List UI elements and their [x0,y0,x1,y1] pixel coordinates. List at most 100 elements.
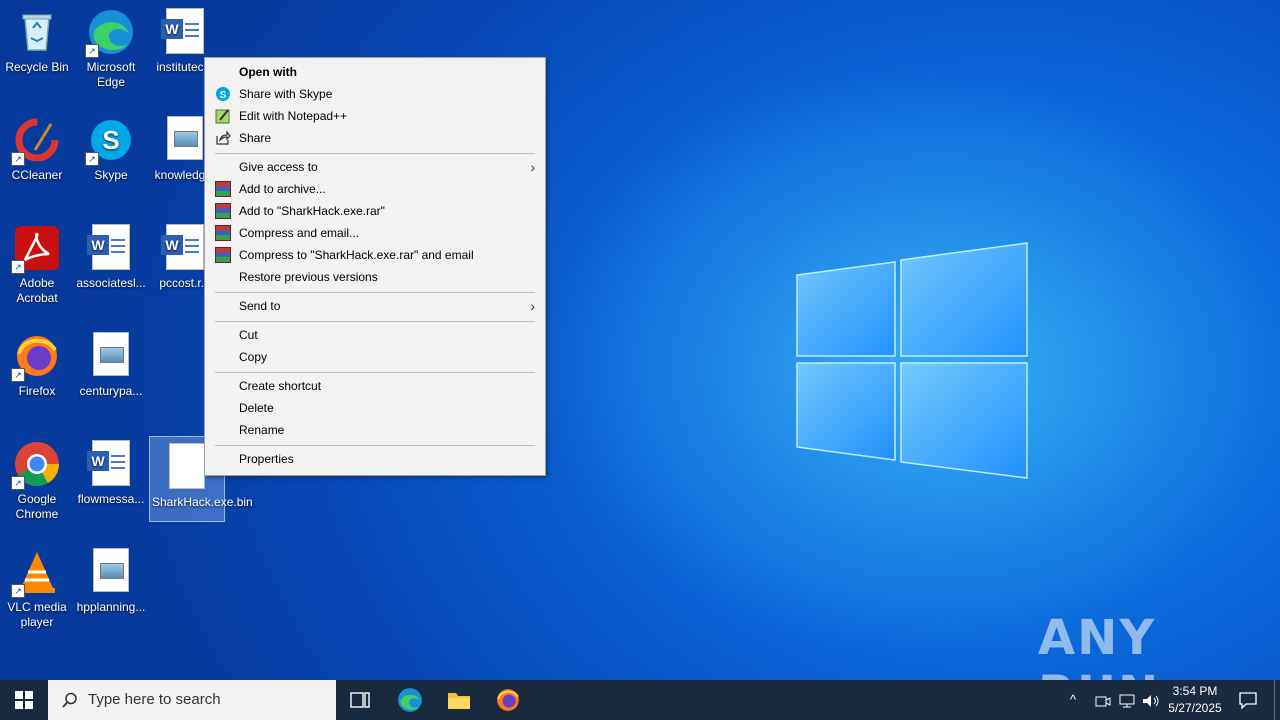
shortcut-arrow-icon: ↗ [11,476,25,490]
svg-text:S: S [102,125,119,155]
image-document-icon [87,332,135,380]
menu-item-label: Delete [239,401,274,415]
clock-time: 3:54 PM [1172,684,1218,698]
winrar-icon [215,247,231,263]
task-view-icon [350,692,370,708]
desktop-icon-label: Recycle Bin [5,60,69,74]
desktop-icon-label: flowmessa... [77,492,145,506]
menu-item-label: Properties [239,452,294,466]
desktop-icon-image-file[interactable]: centurypa... [74,326,148,399]
chevron-right-icon: › [530,298,535,314]
menu-item-share-with-skype[interactable]: S Share with Skype [207,83,543,105]
menu-item-label: Compress to "SharkHack.exe.rar" and emai… [239,248,474,262]
menu-separator [215,445,535,446]
desktop-icon-google-chrome[interactable]: ↗ Google Chrome [0,434,74,522]
desktop-icon-label: VLC media player [7,600,67,629]
desktop-icon-label: Adobe Acrobat [16,276,58,305]
clock-date: 5/27/2025 [1168,701,1222,715]
desktop-icon-recycle-bin[interactable]: Recycle Bin [0,2,74,75]
anyrun-watermark: ANY RUN [1038,610,1158,680]
meet-now-icon[interactable] [1095,680,1111,720]
word-document-icon: W [161,224,209,272]
svg-text:S: S [220,90,227,101]
menu-item-add-to-archive[interactable]: Add to archive... [207,178,543,200]
menu-item-delete[interactable]: Delete [207,397,543,419]
taskbar-edge-button[interactable] [390,680,430,720]
firefox-icon [497,689,519,711]
menu-item-label: Give access to [239,160,318,174]
volume-icon[interactable] [1142,680,1160,720]
menu-item-compress-to-rar-and-email[interactable]: Compress to "SharkHack.exe.rar" and emai… [207,244,543,266]
desktop-icon-label: CCleaner [11,168,63,182]
menu-item-compress-and-email[interactable]: Compress and email... [207,222,543,244]
edge-icon [398,688,422,712]
notification-icon [1239,692,1257,709]
notepadpp-icon [215,108,231,124]
share-icon [215,130,231,146]
shortcut-arrow-icon: ↗ [85,152,99,166]
desktop-icon-word-file[interactable]: W flowmessa... [74,434,148,507]
firefox-icon: ↗ [11,332,61,382]
menu-item-label: Cut [239,328,258,342]
menu-item-label: Add to "SharkHack.exe.rar" [239,204,385,218]
menu-item-label: Send to [239,299,281,313]
desktop-icon-adobe-acrobat[interactable]: ↗ Adobe Acrobat [0,218,74,306]
word-document-icon: W [161,8,209,56]
menu-item-label: Add to archive... [239,182,326,196]
task-view-button[interactable] [340,680,380,720]
desktop-icon-microsoft-edge[interactable]: ↗ Microsoft Edge [74,2,148,90]
desktop-icon-label: SharkHack.exe.bin [152,495,253,509]
shortcut-arrow-icon: ↗ [11,260,25,274]
menu-item-share[interactable]: Share [207,127,543,149]
menu-item-label: Restore previous versions [239,270,378,284]
network-icon[interactable] [1118,680,1136,720]
winrar-icon [215,203,231,219]
desktop-icon-vlc[interactable]: ↗ VLC media player [0,542,74,630]
desktop-icon-skype[interactable]: S ↗ Skype [74,110,148,183]
menu-item-send-to[interactable]: Send to › [207,295,543,317]
desktop-icon-label: Skype [94,168,128,182]
winrar-icon [215,225,231,241]
clock[interactable]: 3:54 PM 5/27/2025 [1160,683,1230,717]
windows-logo-wallpaper [796,242,1028,479]
taskbar-search-box[interactable]: Type here to search [48,680,336,720]
menu-separator [215,292,535,293]
menu-item-label: Compress and email... [239,226,360,240]
winrar-icon [215,181,231,197]
show-desktop-button[interactable] [1274,680,1275,720]
desktop-icon-ccleaner[interactable]: ↗ CCleaner [0,110,74,183]
desktop-icon-word-file[interactable]: W associatesl... [74,218,148,291]
menu-item-give-access-to[interactable]: Give access to › [207,156,543,178]
menu-separator [215,321,535,322]
vlc-icon: ↗ [11,548,61,598]
desktop-icon-label: Google Chrome [15,492,59,521]
context-menu: Open with S Share with Skype Edit with N… [204,57,546,476]
menu-item-open-with[interactable]: Open with [207,61,543,83]
chevron-right-icon: › [530,159,535,175]
skype-icon: S [215,86,231,102]
edge-icon: ↗ [85,8,135,58]
menu-item-cut[interactable]: Cut [207,324,543,346]
skype-icon: S ↗ [85,116,135,166]
recycle-bin-icon [13,8,61,56]
taskbar-firefox-button[interactable] [488,680,528,720]
show-hidden-icons-chevron-up-icon[interactable]: ^ [1070,680,1076,720]
notification-center-button[interactable] [1232,680,1264,720]
desktop-icon-image-file[interactable]: hpplanning... [74,542,148,615]
taskbar-file-explorer-button[interactable] [439,680,479,720]
taskbar: Type here to search ^ 3:54 PM 5/27/2025 [0,680,1280,720]
menu-item-restore-previous-versions[interactable]: Restore previous versions [207,266,543,288]
menu-item-add-to-rar[interactable]: Add to "SharkHack.exe.rar" [207,200,543,222]
menu-item-rename[interactable]: Rename [207,419,543,441]
menu-item-label: Edit with Notepad++ [239,109,348,123]
desktop-icon-firefox[interactable]: ↗ Firefox [0,326,74,399]
desktop-icon-label: Firefox [18,384,56,398]
menu-item-copy[interactable]: Copy [207,346,543,368]
menu-item-properties[interactable]: Properties [207,448,543,470]
start-button[interactable] [0,680,48,720]
menu-item-label: Copy [239,350,268,364]
word-document-icon: W [87,224,135,272]
menu-item-edit-notepadpp[interactable]: Edit with Notepad++ [207,105,543,127]
search-icon [62,692,77,708]
menu-item-create-shortcut[interactable]: Create shortcut [207,375,543,397]
